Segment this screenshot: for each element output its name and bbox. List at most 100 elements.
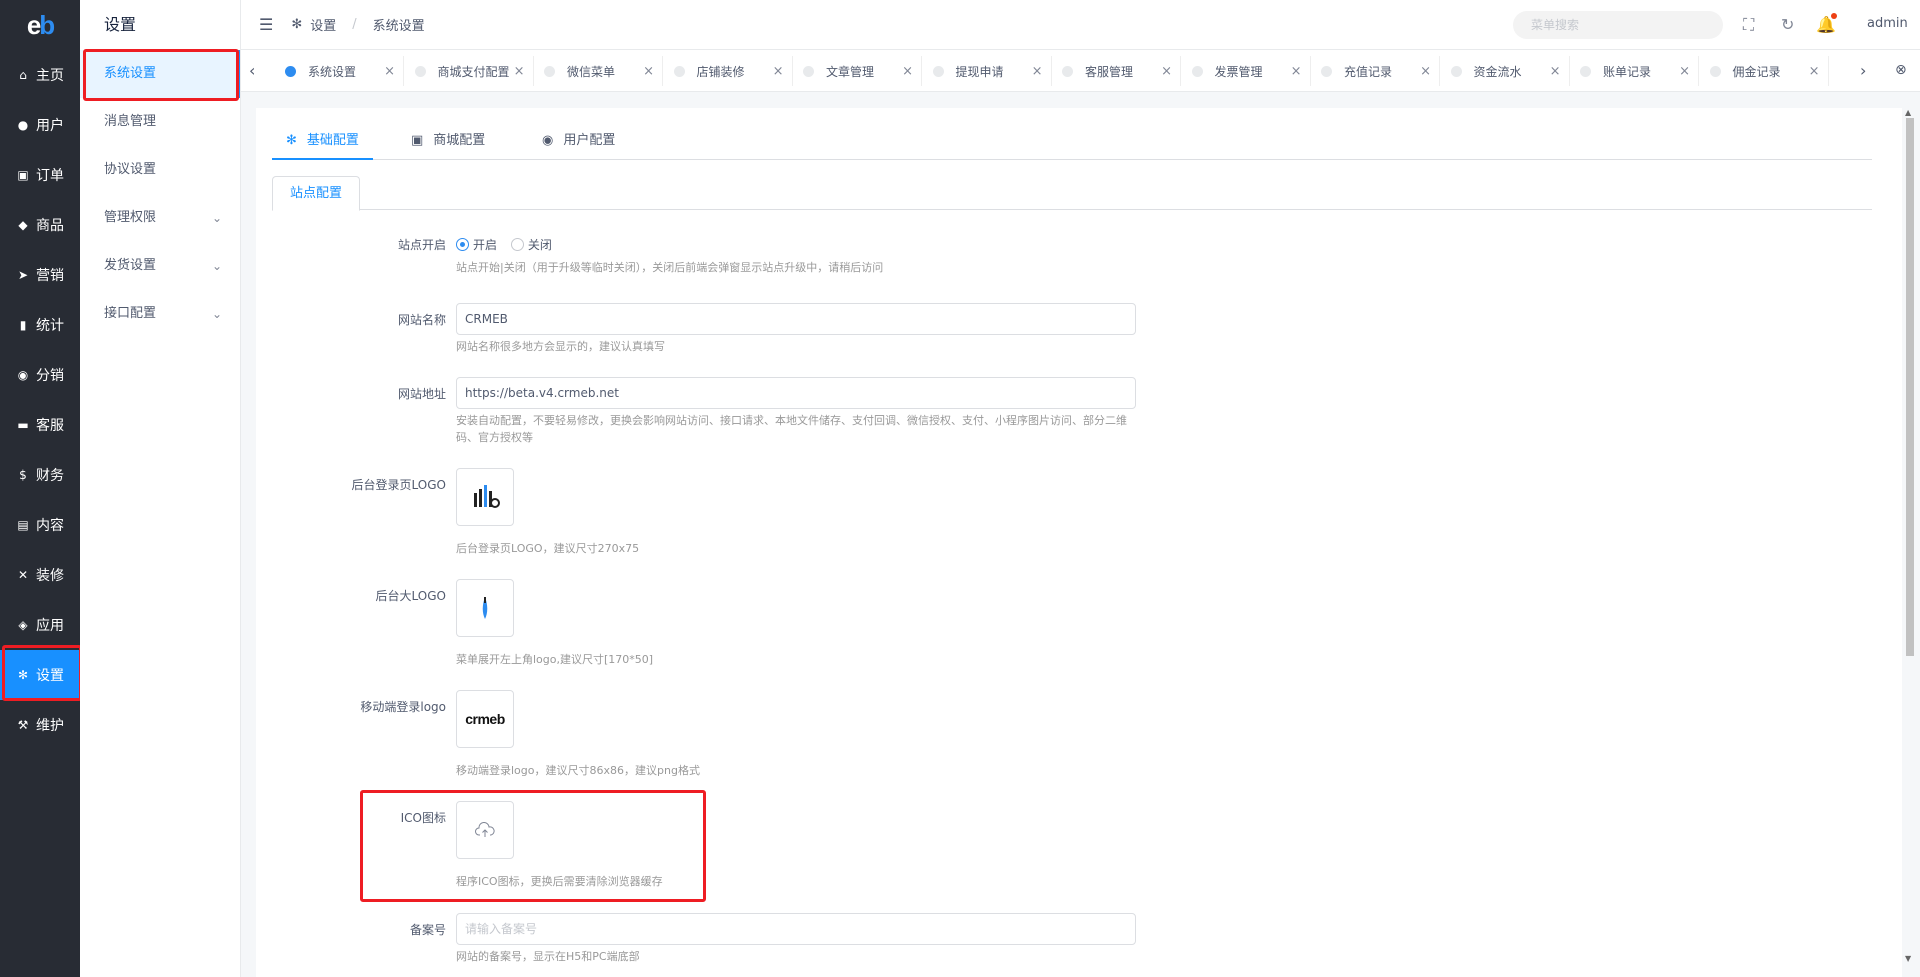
nav-item-send[interactable]: ➤ 营销: [0, 250, 80, 300]
close-icon[interactable]: ×: [1291, 64, 1302, 79]
nav-item-user[interactable]: ● 用户: [0, 100, 80, 150]
scroll-up-icon[interactable]: ▲: [1905, 108, 1911, 117]
settings-card: ✻ 基础配置 ▣ 商城配置 ◉ 用户配置 站点配置 站点开启 开启 关闭 站点开始|关…: [256, 108, 1902, 977]
page-tab[interactable]: 资金流水 ×: [1441, 56, 1570, 86]
submenu-item-3[interactable]: 管理权限 ⌄: [80, 194, 240, 242]
collapse-menu-icon[interactable]: ☰: [259, 15, 273, 34]
nav-item-dollar[interactable]: $ 财务: [0, 450, 80, 500]
tabs-scroll-right-icon[interactable]: ›: [1860, 61, 1866, 80]
nav-item-tools[interactable]: ✕ 装修: [0, 550, 80, 600]
chevron-down-icon: ⌄: [211, 211, 222, 225]
page-tab[interactable]: 商城支付配置 ×: [405, 56, 534, 86]
nav-item-label: 装修: [36, 568, 64, 584]
tab-status-dot: [285, 65, 296, 77]
close-icon[interactable]: ×: [1679, 64, 1690, 79]
page-tab[interactable]: 店铺装修 ×: [664, 56, 793, 86]
close-all-tabs-icon[interactable]: ⊗: [1895, 62, 1907, 78]
tab-user-config[interactable]: ◉ 用户配置: [528, 126, 629, 160]
site-name-input[interactable]: CRMEB: [456, 303, 1136, 335]
close-icon[interactable]: ×: [1550, 64, 1561, 79]
page-tab[interactable]: 客服管理 ×: [1052, 56, 1181, 86]
field-label: 移动端登录logo: [360, 700, 446, 714]
cube-icon: ◈: [18, 618, 28, 632]
fullscreen-icon[interactable]: ⛶: [1743, 15, 1754, 35]
submenu-item-label: 管理权限: [104, 210, 157, 225]
big-logo-upload[interactable]: [456, 579, 514, 637]
submenu-item-5[interactable]: 接口配置 ⌄: [80, 290, 240, 338]
close-icon[interactable]: ×: [1161, 64, 1172, 79]
tab-label: 微信菜单: [567, 64, 616, 79]
close-icon[interactable]: ×: [514, 64, 525, 79]
tools-icon: ✕: [17, 568, 29, 582]
app-logo[interactable]: eb: [0, 0, 80, 50]
page-tab[interactable]: 文章管理 ×: [793, 56, 922, 86]
nav-item-label: 客服: [36, 418, 64, 434]
user-name[interactable]: admin: [1867, 16, 1908, 31]
nav-item-book[interactable]: ▤ 内容: [0, 500, 80, 550]
nav-item-cube[interactable]: ◈ 应用: [0, 600, 80, 650]
breadcrumb: ✻ 设置 / 系统设置: [291, 15, 424, 34]
main-nav-rail: eb ⌂ 主页 ● 用户 ▣ 订单 ◆ 商品 ➤ 营销 ▮ 统计 ◉ 分销 ▬ 客服 $ 财务 ▤ 内容 ✕ 装修 ◈ 应用 ✻…: [0, 0, 80, 977]
site-url-input[interactable]: https://beta.v4.crmeb.net: [456, 377, 1136, 409]
settings-submenu: 设置 系统设置 消息管理 协议设置 管理权限 ⌄ 发货设置 ⌄ 接口配置 ⌄: [80, 0, 241, 977]
tab-label: 文章管理: [826, 64, 875, 79]
tab-status-dot: [803, 65, 814, 77]
tab-status-dot: [414, 65, 426, 77]
scroll-down-icon[interactable]: ▼: [1905, 954, 1911, 963]
radio-close[interactable]: 关闭: [510, 236, 552, 253]
nav-item-cart[interactable]: ▣ 订单: [0, 150, 80, 200]
tab-status-dot: [1062, 65, 1073, 77]
nav-item-bar-chart[interactable]: ▮ 统计: [0, 300, 80, 350]
submenu-item-1[interactable]: 消息管理: [80, 98, 240, 146]
help-text: 站点开始|关闭（用于升级等临时关闭），关闭后前端会弹窗显示站点升级中，请稍后访问: [456, 261, 884, 274]
refresh-icon[interactable]: ↻: [1781, 15, 1794, 34]
tab-mall-config[interactable]: ▣ 商城配置: [397, 126, 499, 160]
page-tabs-bar: ‹ 系统设置 × 商城支付配置 × 微信菜单 × 店铺装修 × 文章管理 × 提现申请 × 客服管理 × 发…: [241, 50, 1920, 92]
gear-icon: ✻: [17, 668, 29, 682]
close-icon[interactable]: ×: [1420, 64, 1431, 79]
page-tab[interactable]: 发票管理 ×: [1182, 56, 1311, 86]
submenu-item-2[interactable]: 协议设置: [80, 146, 240, 194]
page-tab[interactable]: 系统设置 ×: [275, 56, 404, 86]
menu-search-input[interactable]: 菜单搜索: [1513, 11, 1723, 39]
nav-item-bag[interactable]: ◆ 商品: [0, 200, 80, 250]
page-tab[interactable]: 微信菜单 ×: [534, 56, 663, 86]
page-tab[interactable]: 提现申请 ×: [923, 56, 1052, 86]
nav-item-home[interactable]: ⌂ 主页: [0, 50, 80, 100]
close-icon[interactable]: ×: [1809, 64, 1820, 79]
close-icon[interactable]: ×: [643, 64, 654, 79]
tabs-scroll-left-icon[interactable]: ‹: [249, 61, 255, 80]
close-icon[interactable]: ×: [1032, 64, 1043, 79]
radio-open[interactable]: 开启: [456, 236, 497, 253]
book-icon: ▤: [17, 518, 29, 532]
tab-status-dot: [544, 65, 555, 77]
subtab-site-config[interactable]: 站点配置: [272, 176, 361, 211]
close-icon[interactable]: ×: [773, 64, 784, 79]
tab-label: 店铺装修: [696, 64, 745, 79]
tab-status-dot: [1450, 65, 1462, 77]
content-scrollbar[interactable]: ▲ ▼: [1904, 108, 1916, 977]
mobile-logo-upload[interactable]: crmeb: [456, 690, 514, 748]
home-icon: ⌂: [19, 68, 27, 82]
nav-item-hammer[interactable]: ⚒ 维护: [0, 700, 80, 750]
submenu-item-0[interactable]: 系统设置: [80, 50, 240, 98]
breadcrumb-item-settings[interactable]: 设置: [310, 15, 336, 34]
nav-item-group[interactable]: ◉ 分销: [0, 350, 80, 400]
ico-upload[interactable]: [456, 801, 514, 859]
nav-item-gear[interactable]: ✻ 设置: [0, 650, 80, 700]
close-icon[interactable]: ×: [902, 64, 913, 79]
tab-basic-config[interactable]: ✻ 基础配置: [272, 126, 373, 160]
close-icon[interactable]: ×: [384, 64, 395, 79]
submenu-item-4[interactable]: 发货设置 ⌄: [80, 242, 240, 290]
field-label: 网站地址: [397, 387, 446, 401]
login-logo-upload[interactable]: [456, 468, 514, 526]
scrollbar-thumb[interactable]: [1906, 118, 1914, 656]
beian-input[interactable]: 请输入备案号: [456, 913, 1136, 945]
page-tab[interactable]: 佣金记录 ×: [1700, 56, 1829, 86]
nav-item-label: 统计: [36, 318, 64, 334]
submenu-item-label: 接口配置: [104, 306, 157, 321]
upload-cloud-icon: [475, 822, 495, 837]
nav-item-chat[interactable]: ▬ 客服: [0, 400, 80, 450]
page-tab[interactable]: 账单记录 ×: [1570, 56, 1699, 86]
page-tab[interactable]: 充值记录 ×: [1311, 56, 1440, 86]
